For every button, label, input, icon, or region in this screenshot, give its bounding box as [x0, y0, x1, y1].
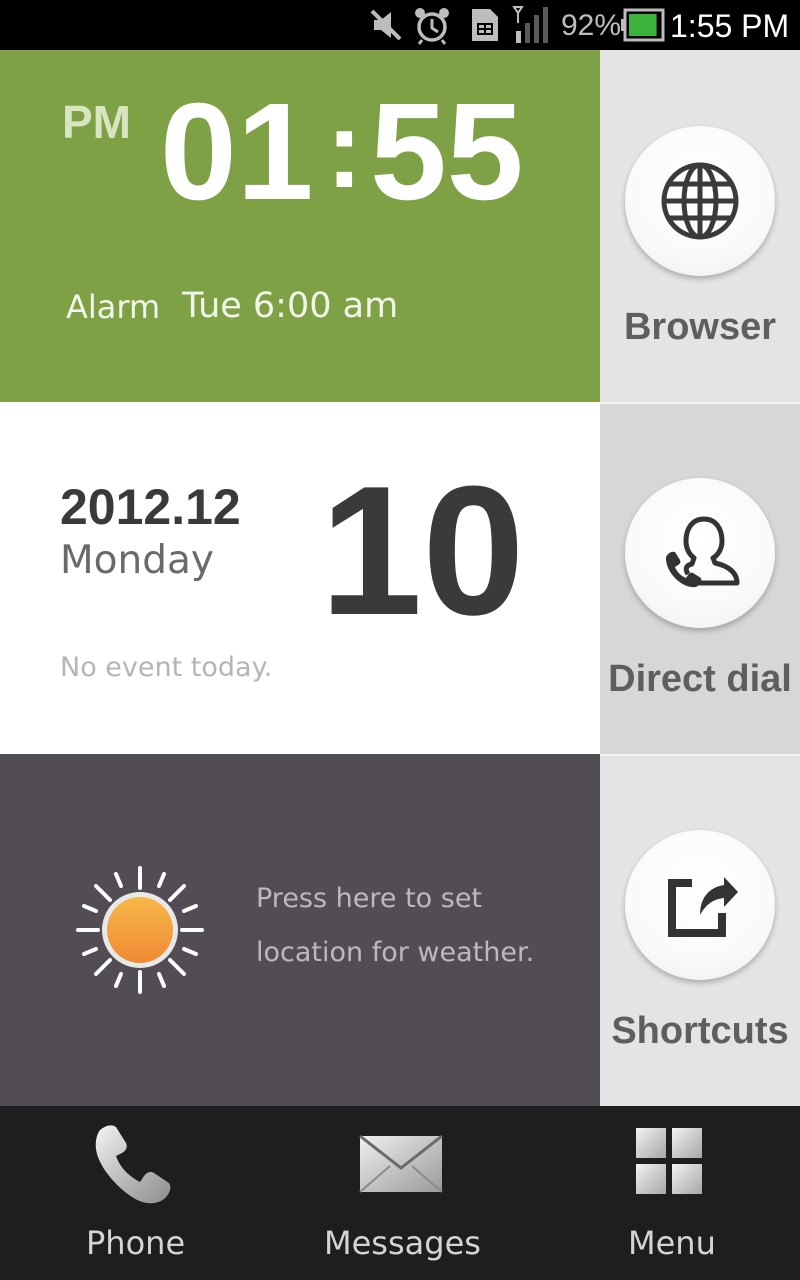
date-weekday: Monday [60, 538, 214, 583]
signal-icon [512, 6, 548, 43]
weather-message-line2: location for weather. [256, 937, 535, 968]
phone-icon [95, 1125, 171, 1204]
clock-minutes: 55 [370, 75, 524, 229]
shortcuts-shortcut[interactable]: Shortcuts [600, 754, 800, 1106]
event-status: No event today. [60, 652, 273, 683]
battery-percent: 92% [561, 9, 622, 42]
clock-hours: 01 [160, 75, 314, 229]
shortcuts-button[interactable] [625, 830, 775, 980]
status-time: 1:55 PM [670, 8, 790, 44]
menu-grid-icon [636, 1128, 702, 1194]
weather-message-line1: Press here to set [256, 883, 483, 914]
dock-bar: Phone Messages Menu [0, 1106, 800, 1280]
phone-label: Phone [86, 1224, 186, 1262]
mute-icon [370, 9, 402, 41]
status-bar: 92% 1:55 PM [0, 0, 800, 50]
contact-call-icon [665, 516, 740, 588]
alarm-icon [415, 8, 449, 45]
date-year-month: 2012.12 [60, 479, 241, 535]
shortcuts-label: Shortcuts [611, 1010, 789, 1052]
alarm-label: Alarm [66, 288, 161, 326]
dock-messages[interactable]: Messages [266, 1106, 534, 1280]
ampm-indicator: PM [62, 96, 131, 148]
envelope-icon [359, 1134, 443, 1193]
direct-dial-button[interactable] [625, 478, 775, 628]
battery-icon [621, 8, 665, 42]
clock-separator: : [326, 88, 363, 211]
direct-dial-label: Direct dial [608, 658, 792, 700]
direct-dial-shortcut[interactable]: Direct dial [600, 402, 800, 754]
dock-menu[interactable]: Menu [534, 1106, 800, 1280]
menu-label: Menu [628, 1224, 716, 1262]
date-day: 10 [320, 447, 525, 653]
messages-label: Messages [324, 1224, 481, 1262]
sim-icon [472, 9, 498, 41]
dock-phone[interactable]: Phone [0, 1106, 266, 1280]
weather-message: Press here to set location for weather. [256, 872, 576, 980]
shortcut-arrow-icon [668, 877, 738, 937]
sun-icon [76, 866, 204, 994]
browser-shortcut[interactable]: Browser [600, 50, 800, 402]
alarm-time: Tue 6:00 am [182, 286, 399, 326]
browser-button[interactable] [625, 126, 775, 276]
globe-icon [661, 162, 739, 240]
browser-label: Browser [623, 306, 777, 348]
